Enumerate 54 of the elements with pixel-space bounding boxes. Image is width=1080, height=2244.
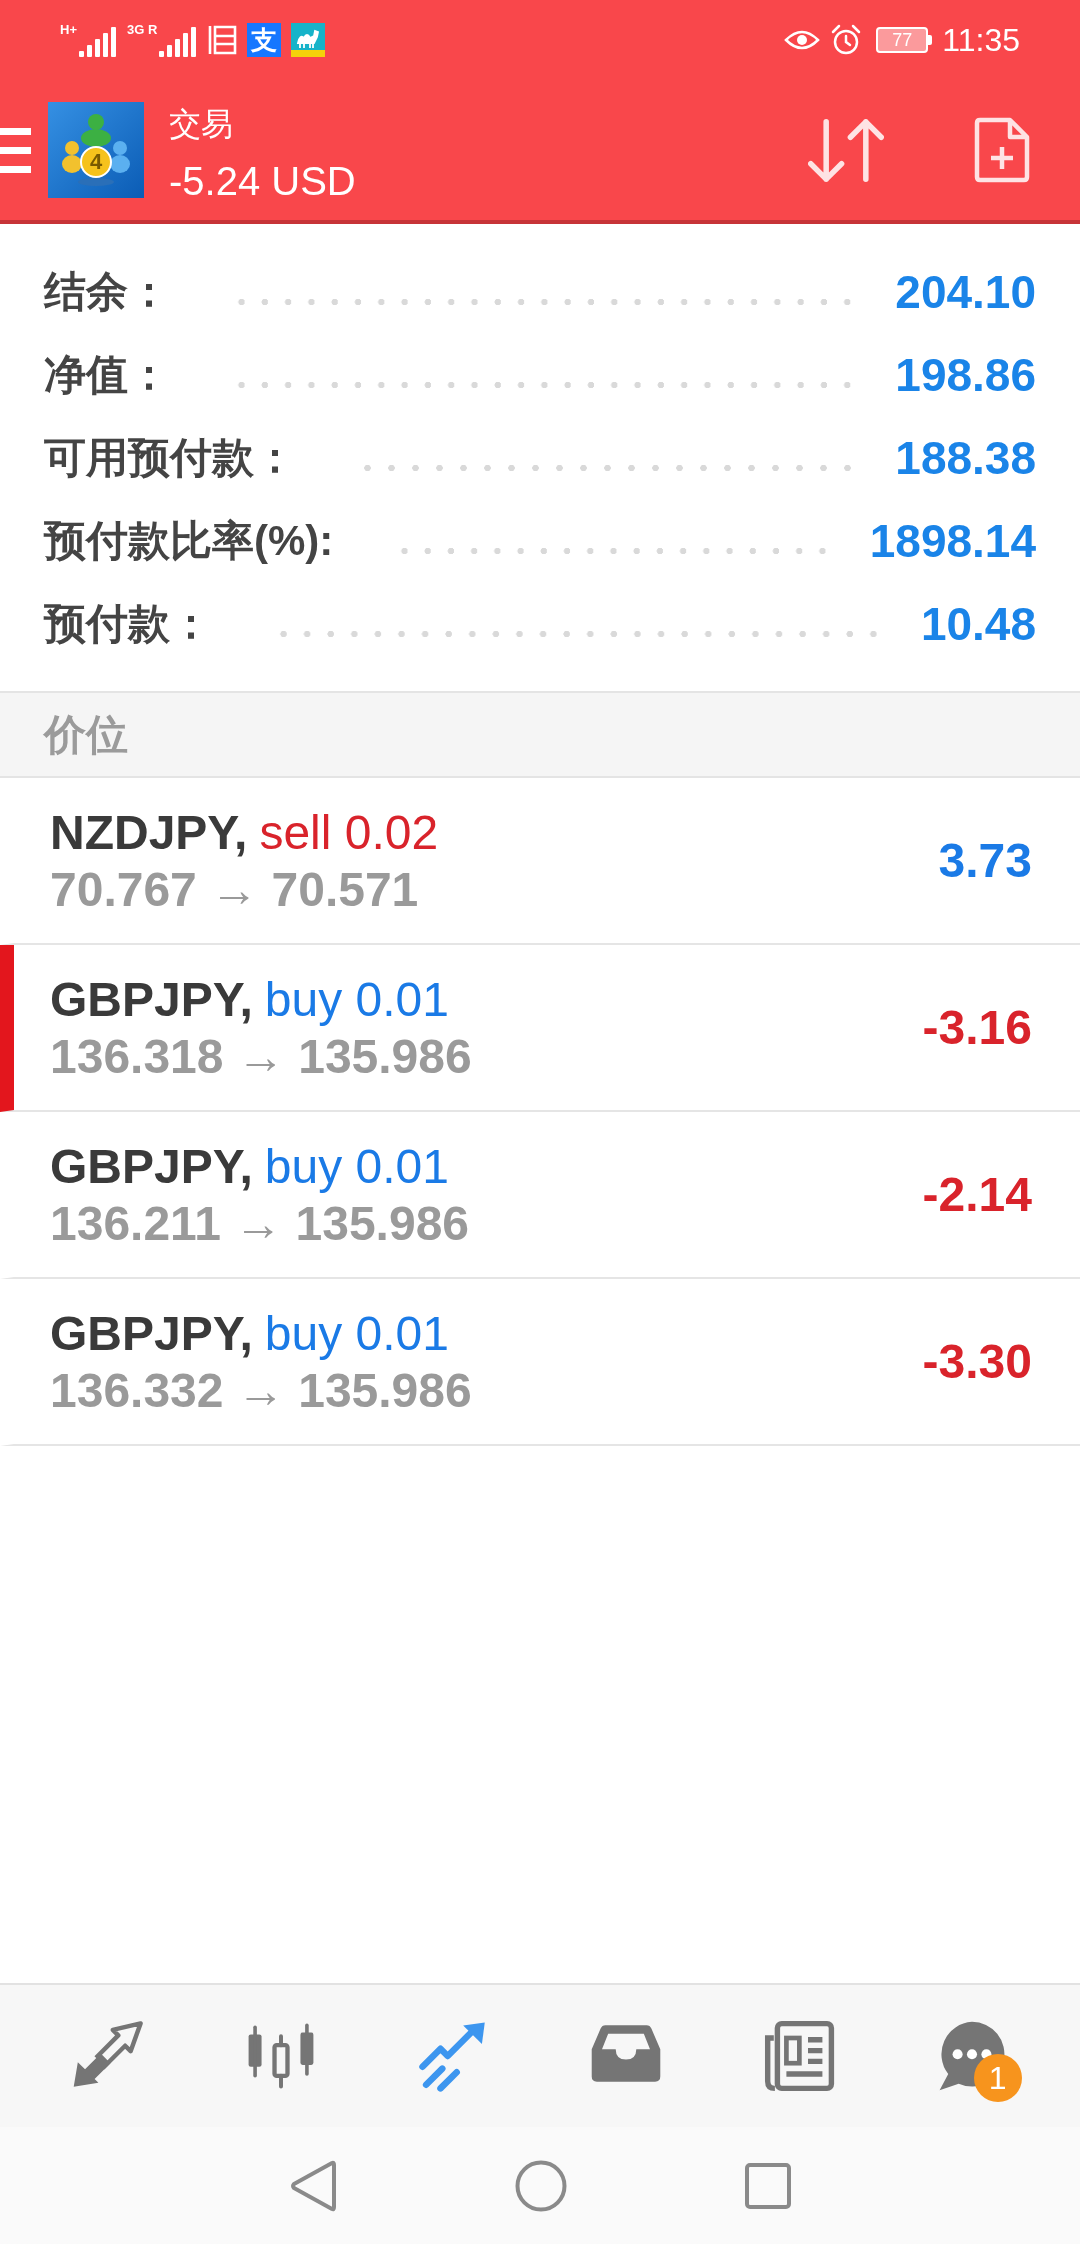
position-row[interactable]: GBPJPY, buy 0.01 136.318 → 135.986 -3.16 [0, 945, 1080, 1112]
price-text: 136.332 → 135.986 [50, 1362, 472, 1419]
symbol-text: NZDJPY, [50, 804, 248, 861]
clock-time: 11:35 [942, 24, 1020, 56]
account-value: 188.38 [895, 434, 1036, 481]
profit-text: 3.73 [938, 836, 1032, 885]
floating-profit: -5.24 USD [169, 158, 356, 205]
network-label: 3G R [127, 23, 158, 36]
account-value: 1898.14 [869, 517, 1036, 564]
logo-drawing [62, 114, 130, 186]
account-label: 结余： [44, 270, 170, 313]
order-text: buy 0.01 [264, 971, 449, 1028]
position-row[interactable]: GBPJPY, buy 0.01 136.332 → 135.986 -3.30 [0, 1279, 1080, 1446]
camel-icon [291, 23, 326, 57]
document-icon [207, 24, 238, 56]
position-row[interactable]: NZDJPY, sell 0.02 70.767 → 70.571 3.73 [0, 778, 1080, 945]
alarm-clock-icon [830, 24, 863, 56]
account-value: 198.86 [895, 351, 1036, 398]
notification-badge: 1 [973, 2054, 1022, 2102]
recents-icon[interactable] [745, 2162, 791, 2209]
account-label: 可用预付款： [44, 436, 296, 479]
account-label: 净值： [44, 353, 170, 396]
app-tile: 支 [247, 23, 282, 57]
logo-numeral: 4 [88, 150, 104, 174]
price-text: 70.767 → 70.571 [50, 861, 420, 918]
price-text: 136.211 → 135.986 [50, 1195, 470, 1252]
section-title: 价位 [44, 713, 128, 756]
profit-text: -3.16 [922, 1003, 1032, 1052]
back-icon[interactable] [289, 2158, 337, 2213]
account-value: 10.48 [920, 600, 1036, 647]
signal-icon [79, 27, 117, 57]
symbol-text: GBPJPY, [50, 1138, 253, 1195]
newspaper-icon[interactable] [763, 2020, 835, 2092]
order-text: buy 0.01 [264, 1305, 449, 1362]
battery-indicator: 77 [876, 27, 933, 53]
network-label: H+ [60, 23, 77, 36]
price-text: 136.318 → 135.986 [50, 1028, 472, 1085]
home-icon[interactable] [515, 2159, 567, 2212]
account-value: 204.10 [895, 268, 1036, 315]
sort-icon[interactable] [808, 118, 884, 182]
eye-icon [784, 28, 821, 52]
account-label: 预付款比率(%): [44, 519, 334, 562]
symbol-text: GBPJPY, [50, 971, 253, 1028]
profit-text: -2.14 [922, 1170, 1032, 1219]
position-row[interactable]: GBPJPY, buy 0.01 136.211 → 135.986 -2.14 [0, 1112, 1080, 1279]
screen-title: 交易 [169, 105, 234, 144]
signal-icon [159, 27, 198, 57]
order-text: sell 0.02 [259, 804, 439, 861]
order-text: buy 0.01 [264, 1138, 449, 1195]
profit-text: -3.30 [922, 1337, 1032, 1386]
account-label: 预付款： [44, 602, 212, 645]
menu-icon[interactable] [0, 127, 31, 173]
new-document-icon[interactable] [974, 117, 1030, 183]
symbol-text: GBPJPY, [50, 1305, 253, 1362]
